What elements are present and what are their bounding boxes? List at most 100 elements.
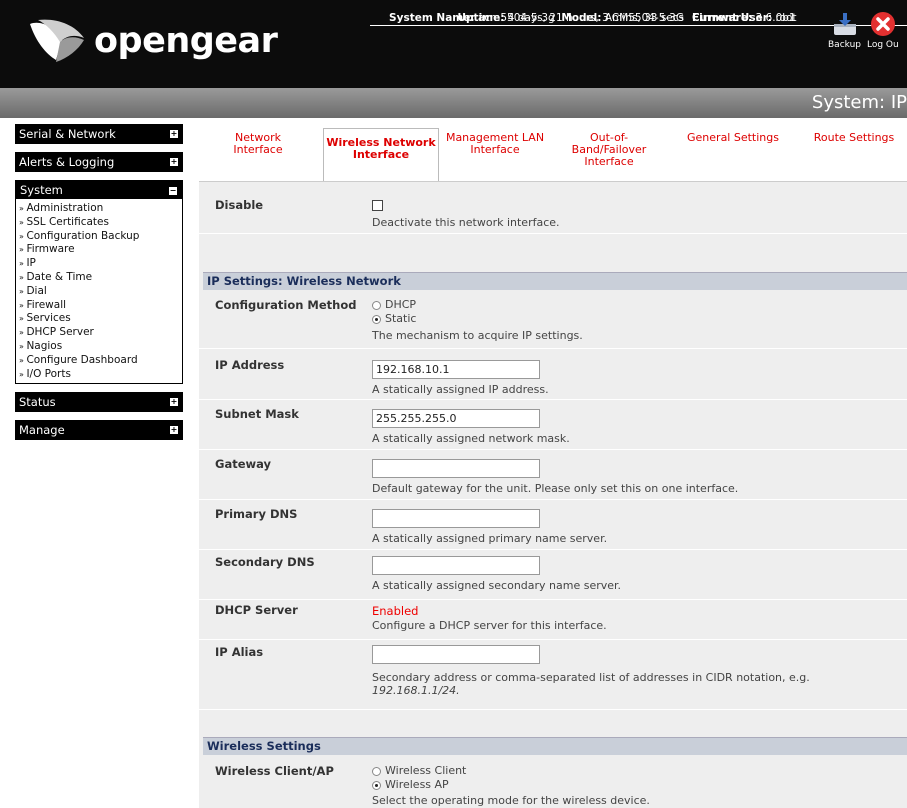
primary-dns-label: Primary DNS: [215, 507, 298, 521]
sidebar-link-io-ports[interactable]: I/O Ports: [19, 368, 182, 382]
primary-dns-row: Primary DNS A statically assigned primar…: [199, 500, 907, 550]
sidebar-item-alerts-logging[interactable]: Alerts & Logging +: [15, 152, 183, 172]
secondary-dns-input[interactable]: [372, 556, 540, 575]
sidebar-link-nagios[interactable]: Nagios: [19, 340, 182, 354]
collapse-icon[interactable]: −: [169, 187, 177, 195]
sidebar-link-configuration-backup[interactable]: Configuration Backup: [19, 230, 182, 244]
current-user-value: root: [775, 12, 797, 24]
sidebar-system-group: System − Administration SSL Certificates…: [15, 180, 183, 385]
tab-out-of-band-failover-interface[interactable]: Out-of-Band/Failover Interface: [563, 132, 655, 168]
ip-alias-input[interactable]: [372, 645, 540, 664]
ip-alias-row: IP Alias Secondary address or comma-sepa…: [199, 640, 907, 710]
subnet-mask-row: Subnet Mask 255.255.255.0 A statically a…: [199, 400, 907, 450]
config-method-label: Configuration Method: [215, 298, 357, 312]
config-method-row: Configuration Method DHCP Static The mec…: [199, 291, 907, 349]
tab-route-settings[interactable]: Route Settings: [807, 132, 901, 144]
sidebar-item-status[interactable]: Status +: [15, 392, 183, 413]
dhcp-server-desc: Configure a DHCP server for this interfa…: [372, 619, 607, 632]
dhcp-radio-label: DHCP: [385, 298, 417, 311]
disable-row: Disable Deactivate this network interfac…: [199, 182, 907, 234]
config-method-desc: The mechanism to acquire IP settings.: [372, 329, 583, 342]
sidebar-item-manage[interactable]: Manage +: [15, 420, 183, 441]
ip-alias-desc: Secondary address or comma-separated lis…: [372, 671, 810, 684]
sidebar-link-dhcp-server[interactable]: DHCP Server: [19, 326, 182, 340]
sidebar-link-firewall[interactable]: Firewall: [19, 299, 182, 313]
system-submenu: Administration SSL Certificates Configur…: [16, 199, 182, 383]
backup-button[interactable]: Backup: [828, 10, 861, 50]
gateway-input[interactable]: [372, 459, 540, 478]
backup-label: Backup: [828, 40, 861, 50]
static-radio-label: Static: [385, 312, 417, 325]
wireless-mode-desc: Select the operating mode for the wirele…: [372, 794, 650, 807]
disable-label: Disable: [215, 198, 264, 212]
dhcp-server-row: DHCP Server Enabled Configure a DHCP ser…: [199, 600, 907, 640]
secondary-dns-label: Secondary DNS: [215, 555, 315, 569]
radio-icon: [372, 766, 381, 776]
ip-address-desc: A statically assigned IP address.: [372, 383, 549, 396]
ip-settings-section-header: IP Settings: Wireless Network: [203, 272, 907, 290]
sidebar-link-ip[interactable]: IP: [19, 257, 182, 271]
tab-network-interface[interactable]: Network Interface: [223, 132, 293, 156]
expand-icon[interactable]: +: [170, 130, 178, 138]
opengear-leaf-icon: [30, 19, 84, 62]
subnet-mask-label: Subnet Mask: [215, 407, 299, 421]
ip-alias-label: IP Alias: [215, 645, 264, 659]
gateway-row: Gateway Default gateway for the unit. Pl…: [199, 450, 907, 500]
disable-desc: Deactivate this network interface.: [372, 216, 560, 229]
subnet-mask-desc: A statically assigned network mask.: [372, 432, 570, 445]
sidebar-link-date-time[interactable]: Date & Time: [19, 271, 182, 285]
sidebar-link-services[interactable]: Services: [19, 312, 182, 326]
logout-icon: [870, 12, 895, 36]
wireless-ap-radio[interactable]: Wireless AP: [372, 778, 650, 792]
wireless-mode-row: Wireless Client/AP Wireless Client Wirel…: [199, 756, 907, 808]
primary-dns-input[interactable]: [372, 509, 540, 528]
expand-icon[interactable]: +: [170, 158, 178, 166]
tab-bar: Network Interface Wireless Network Inter…: [199, 128, 907, 181]
gateway-label: Gateway: [215, 457, 272, 471]
ip-address-row: IP Address 192.168.10.1 A statically ass…: [199, 350, 907, 400]
tab-general-settings[interactable]: General Settings: [681, 132, 785, 144]
expand-icon[interactable]: +: [170, 398, 178, 407]
sidebar-label: Status: [19, 395, 56, 410]
radio-selected-icon: [372, 780, 381, 790]
radio-icon: [372, 300, 381, 310]
page-title: System: IP: [811, 92, 907, 113]
sidebar-label: Manage: [19, 423, 65, 438]
primary-dns-desc: A statically assigned primary name serve…: [372, 532, 608, 545]
secondary-dns-row: Secondary DNS A statically assigned seco…: [199, 550, 907, 600]
static-radio[interactable]: Static: [372, 312, 583, 326]
sidebar-link-ssl-certificates[interactable]: SSL Certificates: [19, 216, 182, 230]
sidebar: Serial & Network + Alerts & Logging + Sy…: [15, 124, 183, 448]
dhcp-server-enabled-link[interactable]: Enabled: [372, 604, 607, 618]
logo-text: opengear: [94, 21, 278, 61]
tab-management-lan-interface[interactable]: Management LAN Interface: [443, 132, 547, 156]
sidebar-label: Alerts & Logging: [19, 155, 115, 169]
ip-address-input[interactable]: 192.168.10.1: [372, 360, 540, 379]
radio-selected-icon: [372, 314, 381, 324]
tab-wireless-network-interface[interactable]: Wireless Network Interface: [323, 128, 439, 181]
backup-icon: [833, 13, 856, 35]
sidebar-item-serial-network[interactable]: Serial & Network +: [15, 124, 183, 144]
title-bar: System: IP: [0, 88, 907, 118]
current-user-label: Current User:: [692, 12, 773, 24]
wireless-client-radio-label: Wireless Client: [385, 764, 467, 777]
sidebar-link-configure-dashboard[interactable]: Configure Dashboard: [19, 354, 182, 368]
wireless-client-radio[interactable]: Wireless Client: [372, 764, 650, 778]
wireless-ap-radio-label: Wireless AP: [385, 778, 449, 791]
dhcp-radio[interactable]: DHCP: [372, 298, 583, 312]
sidebar-link-administration[interactable]: Administration: [19, 202, 182, 216]
wireless-settings-section-header: Wireless Settings: [203, 737, 907, 755]
subnet-mask-input[interactable]: 255.255.255.0: [372, 409, 540, 428]
sidebar-label: Serial & Network: [19, 127, 116, 141]
ip-alias-example: 192.168.1.1/24.: [372, 684, 460, 697]
logout-button[interactable]: Log Ou: [867, 10, 899, 50]
gateway-desc: Default gateway for the unit. Please onl…: [372, 482, 739, 495]
wireless-mode-label: Wireless Client/AP: [215, 764, 334, 778]
sidebar-link-firmware[interactable]: Firmware: [19, 243, 182, 257]
disable-checkbox[interactable]: [372, 200, 383, 211]
uptime-label: Uptime:: [457, 12, 505, 24]
opengear-logo[interactable]: opengear: [26, 14, 278, 68]
expand-icon[interactable]: +: [170, 426, 178, 435]
sidebar-link-dial[interactable]: Dial: [19, 285, 182, 299]
sidebar-item-system[interactable]: System −: [16, 181, 182, 199]
